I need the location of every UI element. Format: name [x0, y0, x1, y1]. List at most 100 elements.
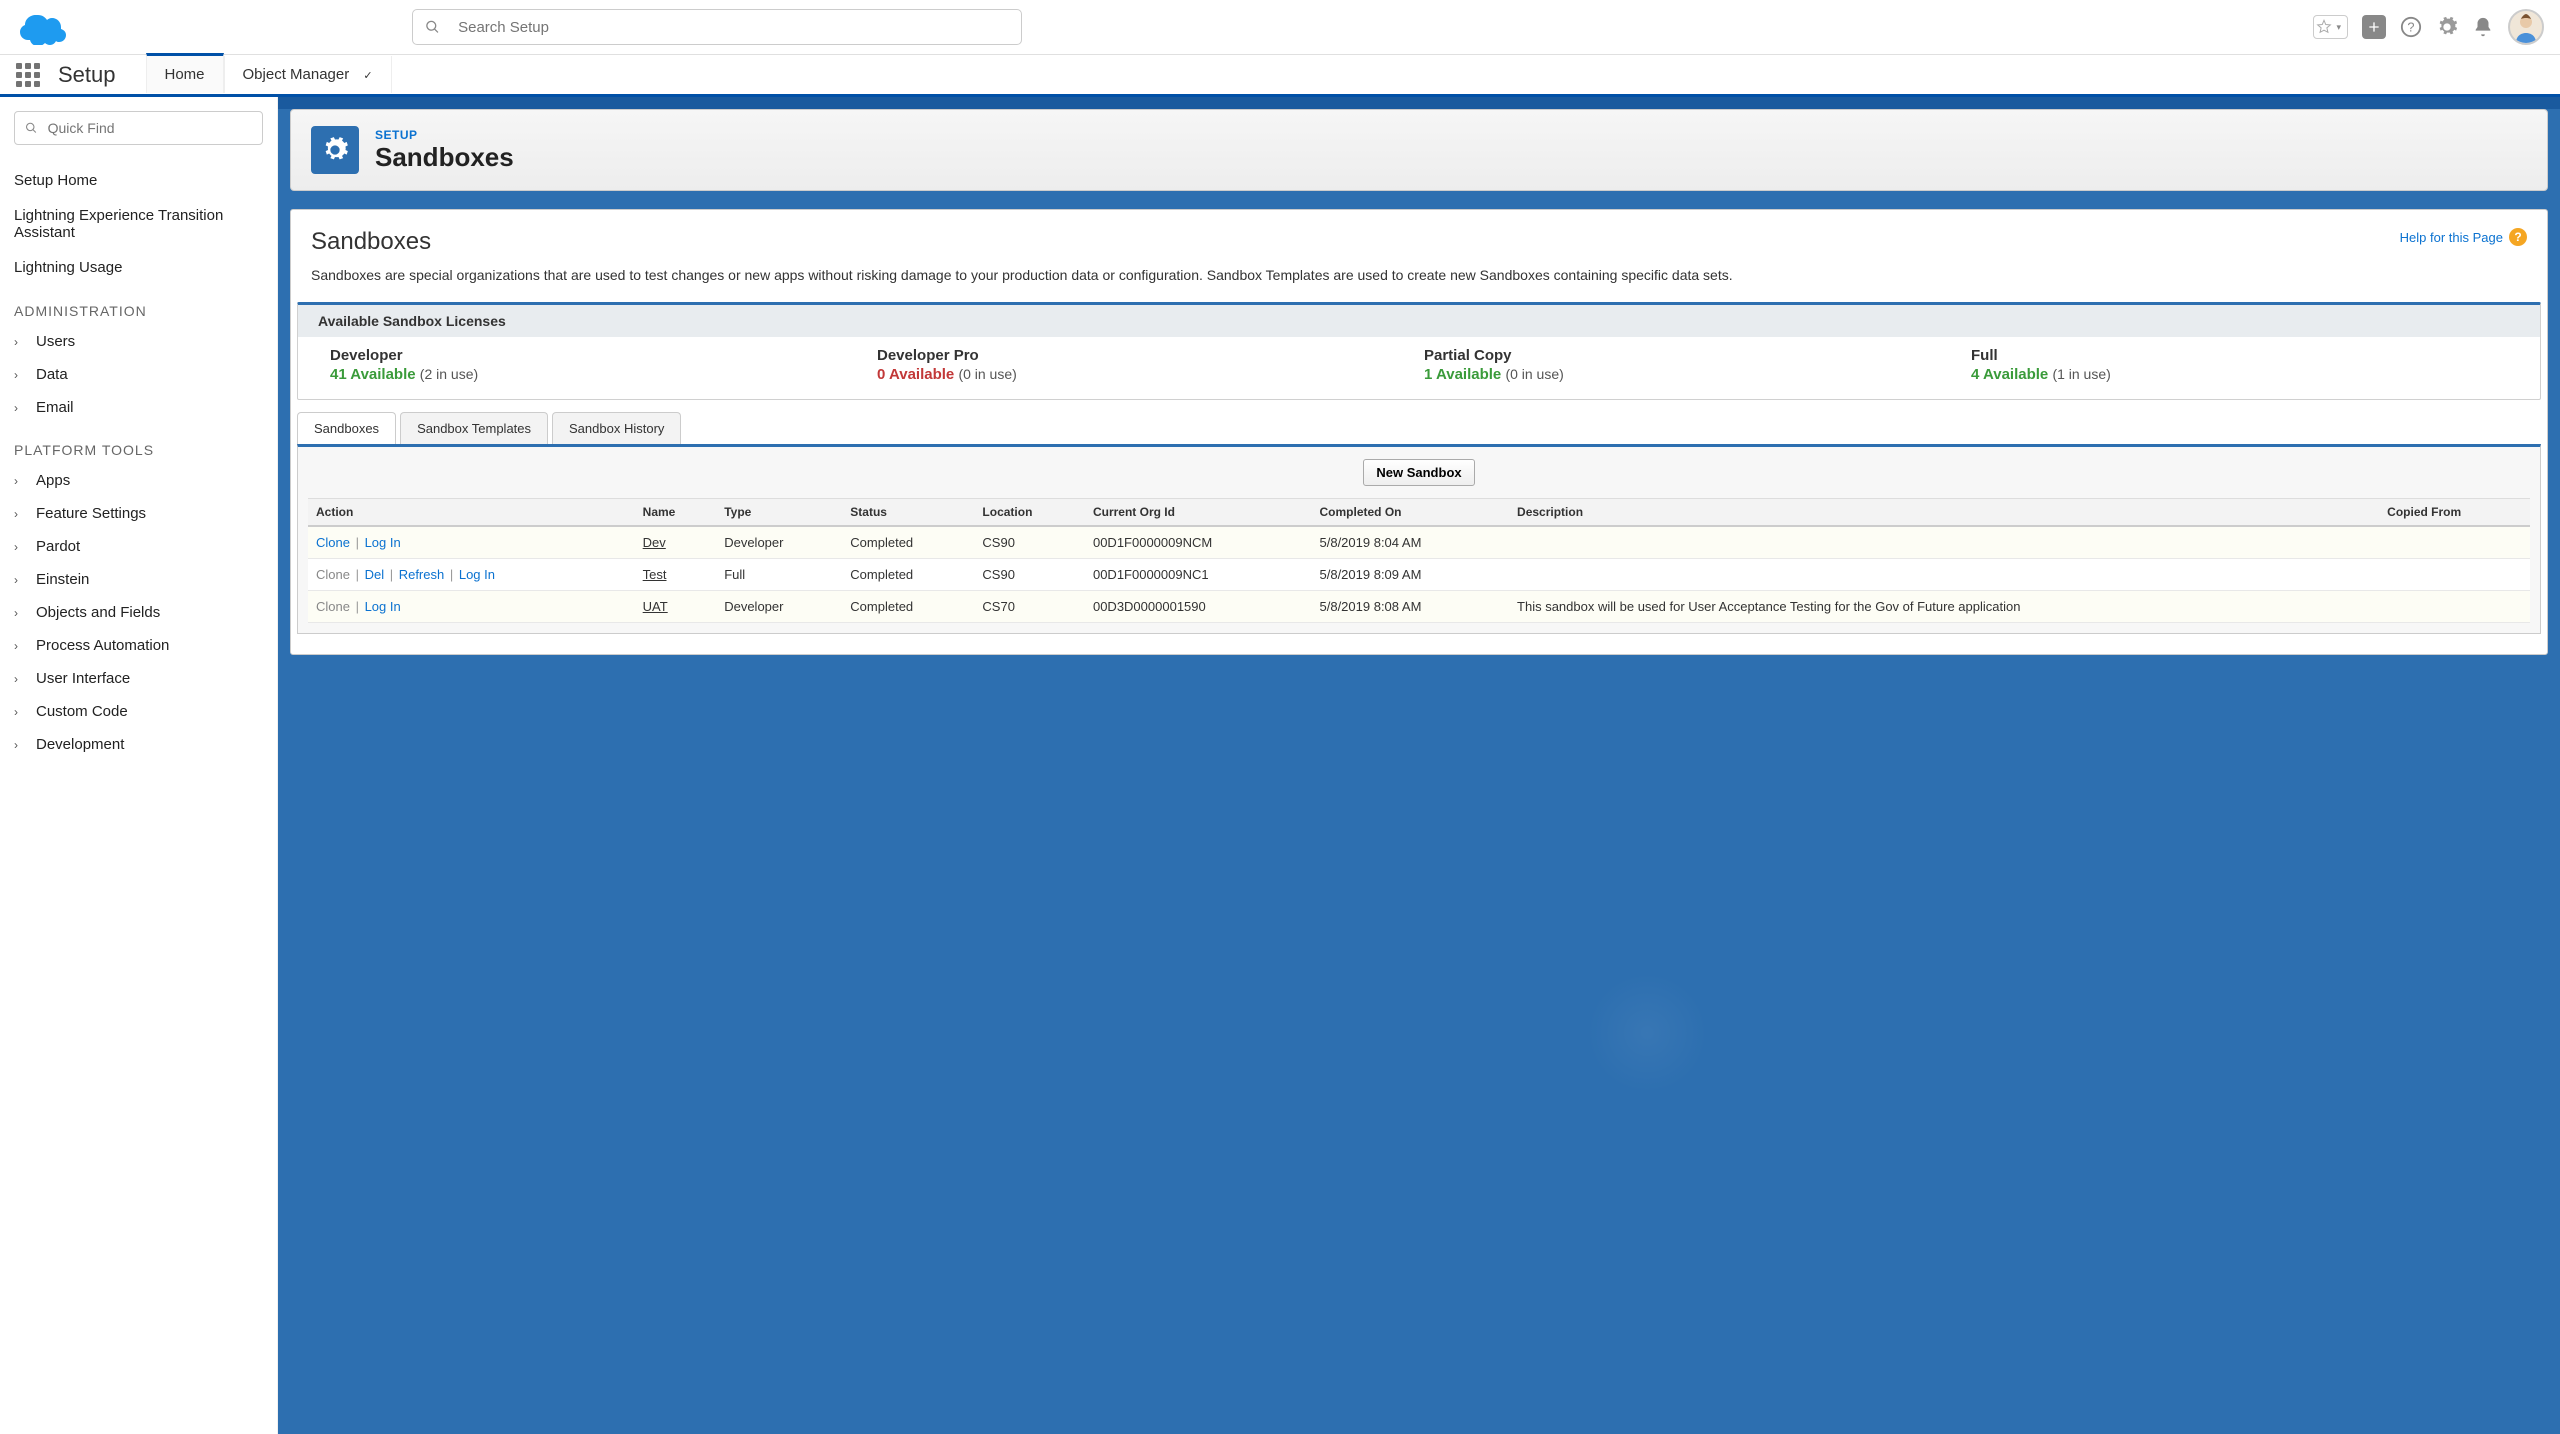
sidebar-item-label: Einstein: [36, 571, 89, 588]
setup-sidebar: Setup HomeLightning Experience Transitio…: [0, 97, 278, 1434]
action-link[interactable]: Clone: [316, 535, 350, 550]
column-header: Copied From: [2379, 498, 2530, 526]
sandbox-list-panel: New Sandbox ActionNameTypeStatusLocation…: [297, 444, 2541, 634]
cell-completed: 5/8/2019 8:09 AM: [1312, 558, 1510, 590]
sidebar-item[interactable]: › Apps: [14, 464, 263, 497]
sidebar-item[interactable]: ›Feature Settings: [14, 497, 263, 530]
cell-orgid: 00D1F0000009NC1: [1085, 558, 1312, 590]
search-icon: [25, 121, 38, 135]
page-header: SETUP Sandboxes: [290, 109, 2548, 191]
cell-name: UAT: [635, 590, 717, 622]
name-link[interactable]: UAT: [643, 599, 668, 614]
cell-action: Clone | Log In: [308, 526, 635, 559]
help-icon[interactable]: ?: [2400, 16, 2422, 38]
salesforce-logo[interactable]: [16, 9, 68, 45]
action-link[interactable]: Del: [365, 567, 385, 582]
nav-tab-object-manager[interactable]: Object Manager ✓: [224, 56, 392, 93]
sidebar-item[interactable]: ›Process Automation: [14, 629, 263, 662]
table-row: Clone | Log InDevDeveloperCompletedCS900…: [308, 526, 2530, 559]
cell-action: Clone | Log In: [308, 590, 635, 622]
app-title: Setup: [58, 62, 116, 88]
sidebar-item[interactable]: › Einstein: [14, 563, 263, 596]
gear-icon: [311, 126, 359, 174]
action-link[interactable]: Refresh: [399, 567, 445, 582]
help-link[interactable]: Help for this Page ?: [2400, 228, 2527, 246]
sidebar-item-label: Email: [36, 399, 74, 416]
license-cell: Full4 Available (1 in use): [1971, 347, 2508, 383]
license-cell: Partial Copy1 Available (0 in use): [1424, 347, 1961, 383]
license-heading: Available Sandbox Licenses: [298, 305, 2540, 337]
sidebar-item[interactable]: ›Users: [14, 325, 263, 358]
sidebar-item-label: Custom Code: [36, 703, 128, 720]
global-search[interactable]: [412, 9, 1022, 45]
subtab[interactable]: Sandboxes: [297, 412, 396, 444]
sidebar-link[interactable]: Lightning Experience Transition Assistan…: [14, 198, 263, 250]
name-link[interactable]: Dev: [643, 535, 666, 550]
quick-find-input[interactable]: [48, 120, 252, 136]
column-header: Description: [1509, 498, 2379, 526]
sidebar-item[interactable]: ›Development: [14, 728, 263, 761]
nav-tab-label: Object Manager: [243, 66, 350, 83]
subtab[interactable]: Sandbox Templates: [400, 412, 548, 444]
sidebar-item-label: Pardot: [36, 538, 80, 555]
license-cell: Developer41 Available (2 in use): [330, 347, 867, 383]
subtab[interactable]: Sandbox History: [552, 412, 681, 444]
sidebar-item[interactable]: ›Objects and Fields: [14, 596, 263, 629]
sidebar-item[interactable]: ›Pardot: [14, 530, 263, 563]
chevron-right-icon: ›: [14, 368, 24, 382]
cell-type: Full: [716, 558, 842, 590]
action-link[interactable]: Log In: [459, 567, 495, 582]
sandbox-table: ActionNameTypeStatusLocationCurrent Org …: [308, 498, 2530, 623]
table-row: Clone | Log InUATDeveloperCompletedCS700…: [308, 590, 2530, 622]
app-launcher-icon[interactable]: [16, 63, 40, 87]
name-link[interactable]: Test: [643, 567, 667, 582]
cell-description: This sandbox will be used for User Accep…: [1509, 590, 2379, 622]
cell-orgid: 00D3D0000001590: [1085, 590, 1312, 622]
column-header: Status: [842, 498, 974, 526]
setup-gear-icon[interactable]: [2436, 16, 2458, 38]
sidebar-item-label: Apps: [36, 472, 70, 489]
panel-heading: Sandboxes: [311, 228, 2527, 256]
column-header: Location: [974, 498, 1085, 526]
quick-find[interactable]: [14, 111, 263, 145]
sidebar-section-heading: PLATFORM TOOLS: [14, 424, 263, 464]
chevron-right-icon: ›: [14, 705, 24, 719]
cell-status: Completed: [842, 558, 974, 590]
new-sandbox-button[interactable]: New Sandbox: [1363, 459, 1474, 486]
favorites-menu[interactable]: ▾: [2313, 15, 2348, 39]
nav-tab-home[interactable]: Home: [146, 53, 224, 93]
plus-icon: [2366, 19, 2382, 35]
action-link[interactable]: Log In: [365, 535, 401, 550]
chevron-right-icon: ›: [14, 639, 24, 653]
search-icon: [425, 19, 440, 35]
cell-location: CS70: [974, 590, 1085, 622]
star-icon: [2316, 19, 2332, 35]
license-value: 41 Available (2 in use): [330, 366, 867, 383]
user-avatar[interactable]: [2508, 9, 2544, 45]
chevron-right-icon: ›: [14, 507, 24, 521]
sidebar-item[interactable]: ›Data: [14, 358, 263, 391]
chevron-right-icon: ›: [14, 401, 24, 415]
separator: |: [350, 567, 365, 582]
search-input[interactable]: [458, 19, 1009, 36]
sidebar-item[interactable]: ›User Interface: [14, 662, 263, 695]
sidebar-link[interactable]: Setup Home: [14, 163, 263, 198]
action-link[interactable]: Log In: [365, 599, 401, 614]
global-search-wrap: [412, 9, 1022, 45]
column-header: Action: [308, 498, 635, 526]
add-button[interactable]: [2362, 15, 2386, 39]
sidebar-link[interactable]: Lightning Usage: [14, 250, 263, 285]
cell-name: Dev: [635, 526, 717, 559]
chevron-right-icon: ›: [14, 573, 24, 587]
action-link: Clone: [316, 599, 350, 614]
sidebar-item[interactable]: › Email: [14, 391, 263, 424]
breadcrumb: SETUP: [375, 128, 514, 142]
chevron-right-icon: ›: [14, 474, 24, 488]
notifications-icon[interactable]: [2472, 16, 2494, 38]
cell-completed: 5/8/2019 8:08 AM: [1312, 590, 1510, 622]
chevron-down-icon: ✓: [363, 70, 372, 82]
sidebar-item[interactable]: › Custom Code: [14, 695, 263, 728]
sidebar-item-label: Objects and Fields: [36, 604, 160, 621]
cell-type: Developer: [716, 590, 842, 622]
separator: |: [444, 567, 459, 582]
